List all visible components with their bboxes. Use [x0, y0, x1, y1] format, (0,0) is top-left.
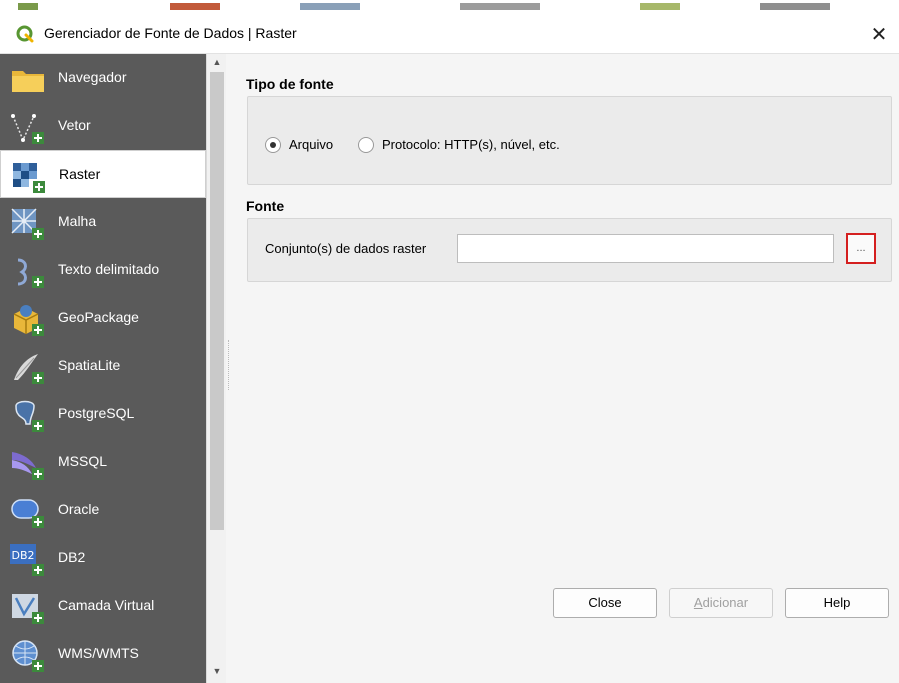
sidebar-item-postgresql[interactable]: PostgreSQL	[0, 390, 206, 438]
source-title: Fonte	[246, 198, 285, 214]
sidebar-item-wms-wmts[interactable]: WMS/WMTS	[0, 630, 206, 678]
browse-button[interactable]: ...	[846, 233, 876, 264]
scrollbar-thumb[interactable]	[210, 72, 224, 530]
spatialite-icon	[14, 354, 44, 384]
source-group: Conjunto(s) de dados raster ...	[247, 218, 892, 282]
sidebar-item-label: Oracle	[58, 501, 100, 517]
sidebar-item-label: DB2	[58, 549, 86, 565]
close-button[interactable]: Close	[553, 588, 657, 618]
close-icon: ✕	[870, 22, 888, 46]
scroll-down-icon[interactable]: ▼	[211, 666, 223, 676]
postgresql-icon	[15, 400, 44, 432]
add-button-label: dicionar	[702, 595, 749, 610]
sidebar-item-label: Navegador	[58, 69, 127, 85]
mesh-icon	[11, 208, 44, 240]
radio-label: Arquivo	[289, 137, 334, 152]
qgis-logo-icon	[16, 25, 34, 43]
sidebar-item-texto-delimitado[interactable]: Texto delimitado	[0, 246, 206, 294]
radio-selected-icon	[265, 137, 281, 153]
mssql-icon	[12, 452, 44, 480]
geopackage-icon	[13, 305, 44, 336]
raster-dataset-label: Conjunto(s) de dados raster	[265, 241, 427, 256]
window-title: Gerenciador de Fonte de Dados | Raster	[44, 25, 297, 41]
wms-icon	[12, 640, 44, 672]
background-strip	[0, 0, 899, 14]
sidebar-item-label: WMS/WMTS	[58, 645, 139, 661]
sidebar-item-db2[interactable]: DB2 DB2	[0, 534, 206, 582]
virtual-layer-icon	[12, 594, 44, 624]
sidebar-scrollbar[interactable]: ▲ ▼	[206, 54, 226, 683]
help-button[interactable]: Help	[785, 588, 889, 618]
raster-icon	[13, 163, 45, 193]
sidebar-item-navegador[interactable]: Navegador	[0, 54, 206, 102]
ellipsis-icon: ...	[856, 242, 866, 254]
sidebar-item-spatialite[interactable]: SpatiaLite	[0, 342, 206, 390]
close-window-button[interactable]: ✕	[865, 20, 893, 48]
source-type-title: Tipo de fonte	[246, 76, 334, 92]
sidebar-item-label: Camada Virtual	[58, 597, 155, 613]
db2-icon: DB2	[10, 544, 44, 576]
sidebar-item-label: GeoPackage	[58, 309, 139, 325]
svg-text:DB2: DB2	[11, 549, 34, 562]
oracle-icon	[11, 499, 44, 528]
splitter-handle[interactable]	[228, 340, 230, 390]
sidebar-item-raster[interactable]: Raster	[0, 150, 206, 198]
title-bar: Gerenciador de Fonte de Dados | Raster ✕	[0, 14, 899, 54]
sidebar-item-mssql[interactable]: MSSQL	[0, 438, 206, 486]
sidebar-item-camada-virtual[interactable]: Camada Virtual	[0, 582, 206, 630]
add-button[interactable]: Adicionar	[669, 588, 773, 618]
sidebar-item-label: SpatiaLite	[58, 357, 121, 373]
sidebar-item-oracle[interactable]: Oracle	[0, 486, 206, 534]
sidebar-item-label: PostgreSQL	[58, 405, 135, 421]
sidebar-item-geopackage[interactable]: GeoPackage	[0, 294, 206, 342]
radio-unselected-icon	[358, 137, 374, 153]
sidebar-item-label: Raster	[59, 166, 101, 182]
sidebar-item-label: Texto delimitado	[58, 261, 160, 277]
source-type-sidebar: Navegador Vetor Raster Malha Texto delim…	[0, 54, 206, 683]
raster-dataset-input[interactable]	[457, 234, 834, 263]
sidebar-item-label: MSSQL	[58, 453, 108, 469]
delimited-text-icon	[17, 258, 44, 288]
sidebar-item-label: Vetor	[58, 117, 91, 133]
folder-icon	[12, 71, 44, 92]
sidebar-item-vetor[interactable]: Vetor	[0, 102, 206, 150]
vector-icon	[11, 114, 44, 144]
radio-label: Protocolo: HTTP(s), núvel, etc.	[382, 137, 560, 152]
sidebar-item-malha[interactable]: Malha	[0, 198, 206, 246]
source-type-group: Arquivo Protocolo: HTTP(s), núvel, etc.	[247, 96, 892, 185]
scroll-up-icon[interactable]: ▲	[211, 57, 223, 67]
add-button-mnemonic: A	[693, 595, 703, 610]
sidebar-item-label: Malha	[58, 213, 97, 229]
